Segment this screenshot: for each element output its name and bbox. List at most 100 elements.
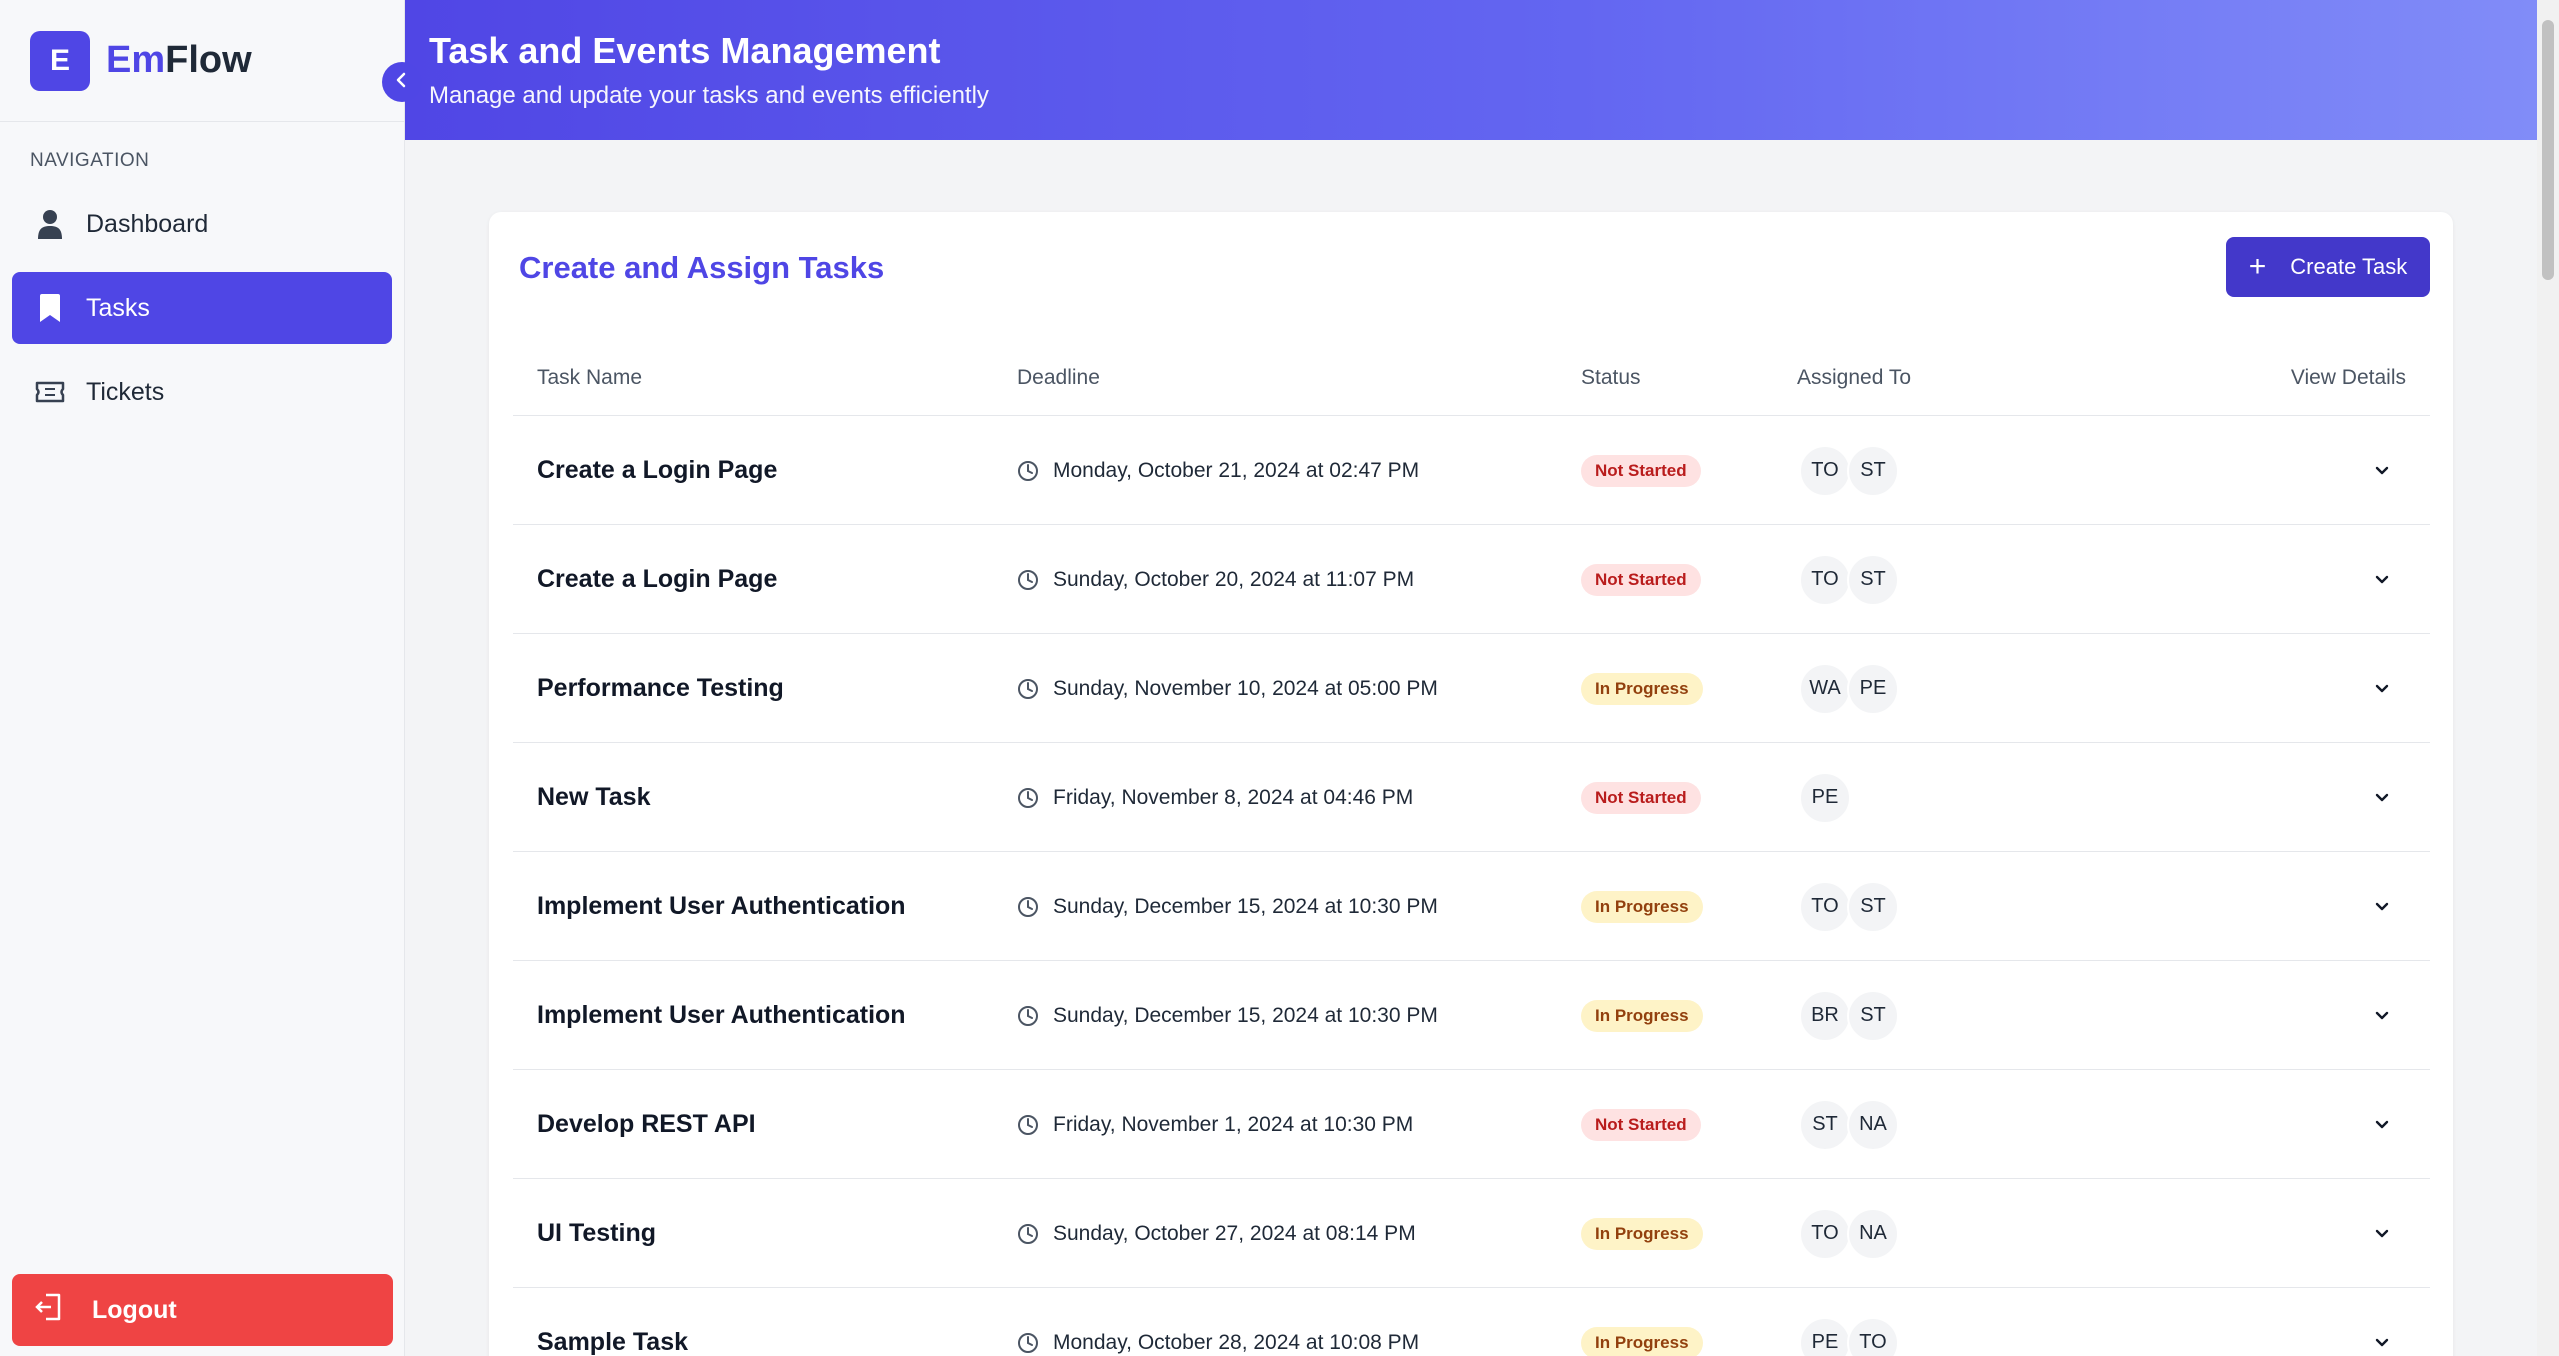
nav-heading: NAVIGATION bbox=[30, 150, 150, 171]
logout-button[interactable]: Logout bbox=[12, 1274, 393, 1346]
sidebar-nav: Dashboard Tasks Tickets bbox=[0, 188, 404, 428]
chevron-down-icon[interactable] bbox=[2372, 461, 2392, 481]
table-row[interactable]: Create a Login Page Monday, October 21, … bbox=[513, 416, 2430, 525]
assignee-avatar[interactable]: TO bbox=[1799, 444, 1851, 497]
task-name: Sample Task bbox=[537, 1328, 689, 1356]
column-header-task-name: Task Name bbox=[537, 366, 643, 389]
chevron-down-icon[interactable] bbox=[2372, 679, 2392, 699]
sidebar: E EmFlow NAVIGATION Dashboard Tasks Tick… bbox=[0, 0, 405, 1356]
sidebar-item-tickets[interactable]: Tickets bbox=[12, 356, 392, 428]
clock-icon bbox=[1017, 1114, 1039, 1136]
task-deadline: Sunday, October 20, 2024 at 11:07 PM bbox=[1053, 567, 1415, 591]
status-badge: In Progress bbox=[1581, 999, 1703, 1032]
chevron-down-icon[interactable] bbox=[2372, 1006, 2392, 1026]
task-name: Create a Login Page bbox=[537, 456, 778, 484]
clock-icon bbox=[1017, 678, 1039, 700]
clock-icon bbox=[1017, 569, 1039, 591]
table-row[interactable]: Implement User Authentication Sunday, De… bbox=[513, 961, 2430, 1070]
chevron-down-icon[interactable] bbox=[2372, 1115, 2392, 1135]
column-header-assigned-to: Assigned To bbox=[1797, 366, 1912, 389]
brand-name-prefix: Em bbox=[106, 39, 166, 81]
assignee-avatar[interactable]: NA bbox=[1847, 1098, 1899, 1151]
sidebar-item-tasks[interactable]: Tasks bbox=[12, 272, 392, 344]
task-name: Performance Testing bbox=[537, 674, 784, 702]
assignee-avatar[interactable]: PE bbox=[1847, 662, 1899, 715]
task-deadline: Monday, October 21, 2024 at 02:47 PM bbox=[1053, 458, 1420, 482]
assignee-group: ST NA bbox=[1799, 1070, 1899, 1179]
page-title: Task and Events Management bbox=[429, 30, 941, 71]
assignee-avatar[interactable]: NA bbox=[1847, 1207, 1899, 1260]
assignee-avatar[interactable]: TO bbox=[1799, 880, 1851, 933]
card-title: Create and Assign Tasks bbox=[519, 250, 885, 285]
assignee-avatar[interactable]: ST bbox=[1847, 444, 1899, 497]
sidebar-item-label: Tickets bbox=[86, 377, 165, 406]
table-row[interactable]: UI Testing Sunday, October 27, 2024 at 0… bbox=[513, 1179, 2430, 1288]
clock-icon bbox=[1017, 787, 1039, 809]
chevron-down-icon[interactable] bbox=[2372, 1224, 2392, 1244]
task-deadline: Sunday, December 15, 2024 at 10:30 PM bbox=[1053, 1003, 1438, 1027]
assignee-group: TO ST bbox=[1799, 525, 1899, 634]
plus-icon: + bbox=[2248, 250, 2267, 283]
user-icon bbox=[34, 208, 66, 240]
table-row[interactable]: Performance Testing Sunday, November 10,… bbox=[513, 634, 2430, 743]
assignee-avatar[interactable]: PE bbox=[1799, 1316, 1851, 1356]
create-task-label: Create Task bbox=[2290, 254, 2408, 279]
page-header: Task and Events Management Manage and up… bbox=[405, 0, 2537, 140]
table-header: Task Name Deadline Status Assigned To Vi… bbox=[513, 352, 2430, 416]
assignee-group: PE bbox=[1799, 743, 1851, 852]
logout-label: Logout bbox=[92, 1295, 177, 1324]
assignee-avatar[interactable]: PE bbox=[1799, 771, 1851, 824]
table-row[interactable]: Implement User Authentication Sunday, De… bbox=[513, 852, 2430, 961]
status-badge: Not Started bbox=[1581, 781, 1701, 814]
brand[interactable]: E EmFlow bbox=[0, 0, 404, 122]
status-badge: In Progress bbox=[1581, 890, 1703, 923]
assignee-avatar[interactable]: TO bbox=[1799, 553, 1851, 606]
page-scrollbar[interactable] bbox=[2537, 0, 2559, 1356]
table-row[interactable]: Create a Login Page Sunday, October 20, … bbox=[513, 525, 2430, 634]
brand-name: EmFlow bbox=[106, 39, 252, 82]
column-header-deadline: Deadline bbox=[1017, 366, 1100, 389]
chevron-down-icon[interactable] bbox=[2372, 788, 2392, 808]
assignee-avatar[interactable]: WA bbox=[1799, 662, 1851, 715]
assignee-avatar[interactable]: ST bbox=[1847, 880, 1899, 933]
assignee-avatar[interactable]: TO bbox=[1847, 1316, 1899, 1356]
assignee-avatar[interactable]: BR bbox=[1799, 989, 1851, 1042]
chevron-down-icon[interactable] bbox=[2372, 570, 2392, 590]
assignee-group: PE TO bbox=[1799, 1288, 1899, 1356]
status-badge: In Progress bbox=[1581, 672, 1703, 705]
sidebar-item-dashboard[interactable]: Dashboard bbox=[12, 188, 392, 260]
task-deadline: Friday, November 8, 2024 at 04:46 PM bbox=[1053, 785, 1414, 809]
task-name: UI Testing bbox=[537, 1219, 656, 1247]
assignee-avatar[interactable]: ST bbox=[1847, 553, 1899, 606]
sidebar-collapse-button[interactable] bbox=[382, 62, 422, 102]
task-name: Develop REST API bbox=[537, 1110, 756, 1138]
chevron-down-icon[interactable] bbox=[2372, 1333, 2392, 1353]
status-badge: In Progress bbox=[1581, 1217, 1703, 1250]
tasks-table: Task Name Deadline Status Assigned To Vi… bbox=[513, 352, 2430, 1356]
chevron-left-icon bbox=[393, 71, 411, 94]
status-badge: Not Started bbox=[1581, 1108, 1701, 1141]
assignee-avatar[interactable]: ST bbox=[1799, 1098, 1851, 1151]
assignee-group: BR ST bbox=[1799, 961, 1899, 1070]
logout-icon bbox=[34, 1292, 64, 1329]
scrollbar-thumb[interactable] bbox=[2542, 20, 2554, 280]
tasks-card: Create and Assign Tasks + Create Task Ta… bbox=[489, 212, 2453, 1356]
page-subtitle: Manage and update your tasks and events … bbox=[429, 82, 989, 109]
bookmark-icon bbox=[34, 292, 66, 324]
assignee-avatar[interactable]: TO bbox=[1799, 1207, 1851, 1260]
create-task-button[interactable]: + Create Task bbox=[2226, 237, 2430, 297]
task-name: Create a Login Page bbox=[537, 565, 778, 593]
task-deadline: Sunday, December 15, 2024 at 10:30 PM bbox=[1053, 894, 1438, 918]
assignee-group: TO ST bbox=[1799, 852, 1899, 961]
assignee-avatar[interactable]: ST bbox=[1847, 989, 1899, 1042]
table-row[interactable]: Develop REST API Friday, November 1, 202… bbox=[513, 1070, 2430, 1179]
clock-icon bbox=[1017, 1332, 1039, 1354]
task-deadline: Sunday, November 10, 2024 at 05:00 PM bbox=[1053, 676, 1438, 700]
chevron-down-icon[interactable] bbox=[2372, 897, 2392, 917]
table-row[interactable]: New Task Friday, November 8, 2024 at 04:… bbox=[513, 743, 2430, 852]
task-deadline: Friday, November 1, 2024 at 10:30 PM bbox=[1053, 1112, 1414, 1136]
task-deadline: Monday, October 28, 2024 at 10:08 PM bbox=[1053, 1330, 1420, 1354]
table-row[interactable]: Sample Task Monday, October 28, 2024 at … bbox=[513, 1288, 2430, 1356]
sidebar-item-label: Tasks bbox=[86, 293, 150, 322]
app-root: E EmFlow NAVIGATION Dashboard Tasks Tick… bbox=[0, 0, 2559, 1356]
